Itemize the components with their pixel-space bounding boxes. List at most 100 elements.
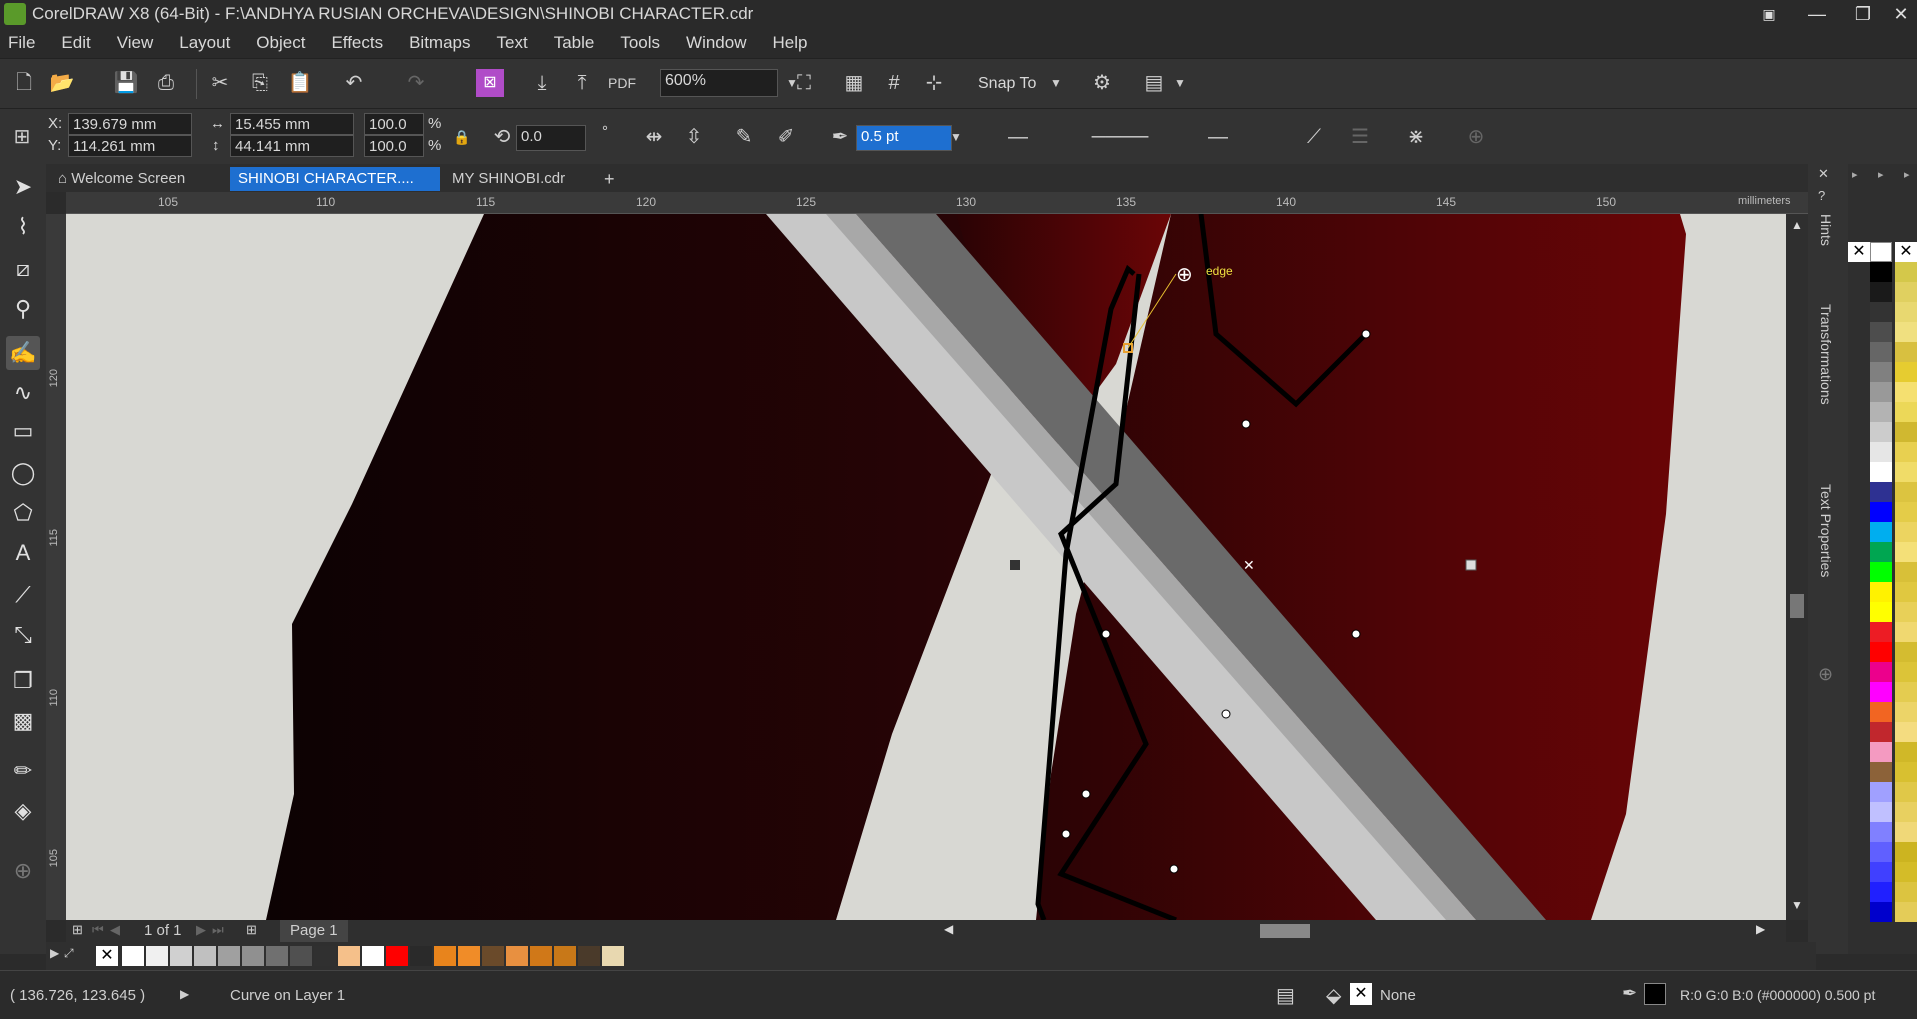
- zoom-to-page-icon[interactable]: ⛶: [790, 69, 818, 97]
- import-icon[interactable]: ⤓: [528, 69, 556, 97]
- palette-swatch[interactable]: [1895, 762, 1917, 782]
- docker-close-icon[interactable]: ✕: [1818, 166, 1829, 182]
- horizontal-scroll-thumb[interactable]: [1260, 924, 1310, 938]
- palette-swatch[interactable]: [1895, 702, 1917, 722]
- doc-palette-menu-icon[interactable]: ▶: [50, 946, 59, 960]
- crop-tool-icon[interactable]: ⧄: [6, 252, 40, 286]
- no-color-swatch[interactable]: ✕: [1895, 242, 1917, 262]
- document-palette-swatch[interactable]: [554, 946, 576, 966]
- snap-to-dropdown[interactable]: Snap To: [978, 75, 1036, 93]
- document-palette-swatch[interactable]: [170, 946, 192, 966]
- mirror-horizontal-icon[interactable]: ⇹: [640, 123, 668, 151]
- palette-swatch[interactable]: [1870, 362, 1892, 382]
- palette-swatch[interactable]: [1870, 382, 1892, 402]
- palette-swatch[interactable]: [1870, 302, 1892, 322]
- dimension-tool-icon[interactable]: ⟋: [6, 578, 40, 612]
- start-arrowhead-icon[interactable]: —: [1004, 123, 1032, 151]
- palette-swatch[interactable]: [1870, 442, 1892, 462]
- show-guidelines-icon[interactable]: ⊹: [920, 69, 948, 97]
- menu-window[interactable]: Window: [686, 33, 746, 53]
- palette-swatch[interactable]: [1870, 882, 1892, 902]
- scale-width-field[interactable]: 100.0: [364, 113, 424, 135]
- menu-tools[interactable]: Tools: [620, 33, 660, 53]
- mirror-vertical-icon[interactable]: ⇳: [680, 123, 708, 151]
- menu-layout[interactable]: Layout: [179, 33, 230, 53]
- outline-width-chevron-icon[interactable]: ▼: [942, 123, 970, 151]
- document-palette-swatch[interactable]: [482, 946, 504, 966]
- palette-swatch[interactable]: [1870, 562, 1892, 582]
- publish-pdf-icon[interactable]: PDF: [608, 69, 636, 97]
- palette-swatch[interactable]: [1895, 742, 1917, 762]
- close-button[interactable]: ✕: [1884, 2, 1917, 26]
- palette-swatch[interactable]: [1870, 702, 1892, 722]
- width-field[interactable]: 15.455 mm: [230, 113, 354, 135]
- show-grid-icon[interactable]: #: [880, 69, 908, 97]
- launcher-chevron-icon[interactable]: ▼: [1166, 69, 1194, 97]
- document-palette-swatch[interactable]: [314, 946, 336, 966]
- palette-swatch[interactable]: [1870, 322, 1892, 342]
- scale-height-field[interactable]: 100.0: [364, 135, 424, 157]
- palette-scroll-up-icon[interactable]: ▸: [1904, 168, 1910, 181]
- palette-swatch[interactable]: [1895, 262, 1917, 282]
- palette-swatch[interactable]: [1870, 582, 1892, 602]
- palette-swatch[interactable]: [1895, 902, 1917, 922]
- document-palette-swatch[interactable]: [458, 946, 480, 966]
- palette-swatch[interactable]: [1895, 782, 1917, 802]
- docker-tab-transformations[interactable]: Transformations: [1818, 304, 1834, 405]
- zoom-level-field[interactable]: 600%: [660, 69, 778, 97]
- minimize-button[interactable]: —: [1800, 2, 1834, 26]
- previous-page-icon[interactable]: ◀: [110, 922, 120, 938]
- palette-swatch[interactable]: [1895, 542, 1917, 562]
- new-tab-plus-icon[interactable]: +: [596, 167, 624, 191]
- palette-swatch[interactable]: [1870, 802, 1892, 822]
- paste-icon[interactable]: 📋: [286, 69, 314, 97]
- artistic-media-tool-icon[interactable]: ∿: [6, 376, 40, 410]
- tab-shinobi-character[interactable]: SHINOBI CHARACTER....: [230, 167, 440, 191]
- vertical-ruler[interactable]: 120 115 110 105: [46, 214, 66, 920]
- x-position-field[interactable]: 139.679 mm: [68, 113, 192, 135]
- menu-effects[interactable]: Effects: [331, 33, 383, 53]
- palette-swatch[interactable]: [1895, 562, 1917, 582]
- document-palette-swatch[interactable]: [338, 946, 360, 966]
- palette-swatch[interactable]: [1870, 622, 1892, 642]
- search-content-icon[interactable]: ⊠: [476, 69, 504, 97]
- height-field[interactable]: 44.141 mm: [230, 135, 354, 157]
- redo-icon[interactable]: ↷: [402, 69, 430, 97]
- palette-swatch[interactable]: [1870, 662, 1892, 682]
- palette-scroll-up-icon[interactable]: ▸: [1878, 168, 1884, 181]
- palette-swatch[interactable]: [1870, 602, 1892, 622]
- maximize-button[interactable]: ❐: [1846, 2, 1880, 26]
- status-expand-icon[interactable]: ▶: [180, 987, 189, 1001]
- menu-edit[interactable]: Edit: [61, 33, 90, 53]
- tab-my-shinobi[interactable]: MY SHINOBI.cdr: [444, 167, 580, 191]
- palette-swatch[interactable]: [1870, 502, 1892, 522]
- palette-swatch[interactable]: [1895, 362, 1917, 382]
- palette-swatch[interactable]: [1870, 262, 1892, 282]
- palette-swatch[interactable]: [1870, 342, 1892, 362]
- palette-swatch[interactable]: [1895, 502, 1917, 522]
- drop-shadow-tool-icon[interactable]: ❐: [6, 664, 40, 698]
- palette-scroll-up-icon[interactable]: ▸: [1852, 168, 1858, 181]
- reduce-nodes-icon[interactable]: ✎: [730, 123, 758, 151]
- palette-swatch[interactable]: [1870, 822, 1892, 842]
- palette-swatch[interactable]: [1870, 422, 1892, 442]
- docker-tab-hints[interactable]: Hints: [1818, 214, 1834, 246]
- last-page-icon[interactable]: ⏭: [212, 922, 224, 938]
- palette-swatch[interactable]: [1870, 522, 1892, 542]
- palette-swatch[interactable]: [1870, 682, 1892, 702]
- palette-swatch[interactable]: [1895, 522, 1917, 542]
- freehand-tool-icon[interactable]: ✍: [6, 336, 40, 370]
- cut-icon[interactable]: ✂: [206, 69, 234, 97]
- print-icon[interactable]: ⎙: [152, 69, 180, 97]
- options-gear-icon[interactable]: ⚙: [1088, 69, 1116, 97]
- export-icon[interactable]: ⤒: [568, 69, 596, 97]
- full-screen-preview-icon[interactable]: ▦: [840, 69, 868, 97]
- palette-swatch[interactable]: [1870, 642, 1892, 662]
- menu-object[interactable]: Object: [256, 33, 305, 53]
- outline-width-field[interactable]: 0.5 pt: [856, 125, 952, 151]
- quick-customize-icon[interactable]: ⊕: [1462, 123, 1490, 151]
- palette-swatch[interactable]: [1895, 302, 1917, 322]
- palette-swatch[interactable]: [1895, 482, 1917, 502]
- palette-swatch[interactable]: [1895, 582, 1917, 602]
- text-tool-icon[interactable]: A: [6, 536, 40, 570]
